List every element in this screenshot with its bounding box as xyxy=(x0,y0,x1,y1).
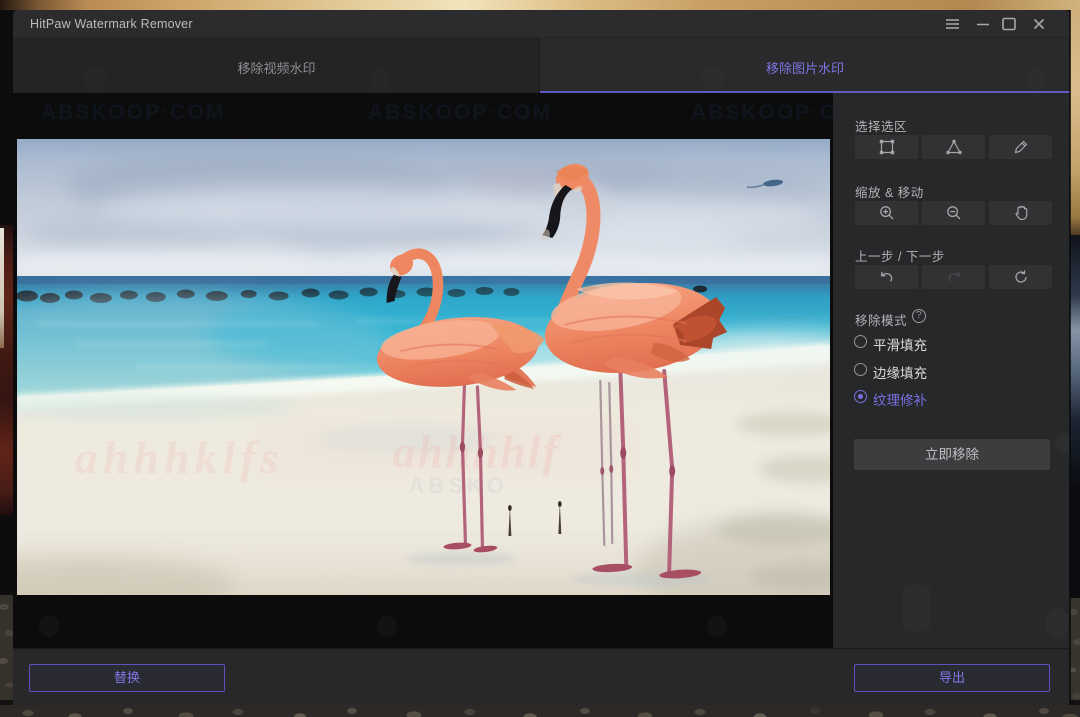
svg-text:ahhhhlf: ahhhhlf xyxy=(393,426,563,477)
svg-text:ABSKO: ABSKO xyxy=(409,473,508,498)
svg-text:ahhhklfs: ahhhklfs xyxy=(75,432,283,483)
